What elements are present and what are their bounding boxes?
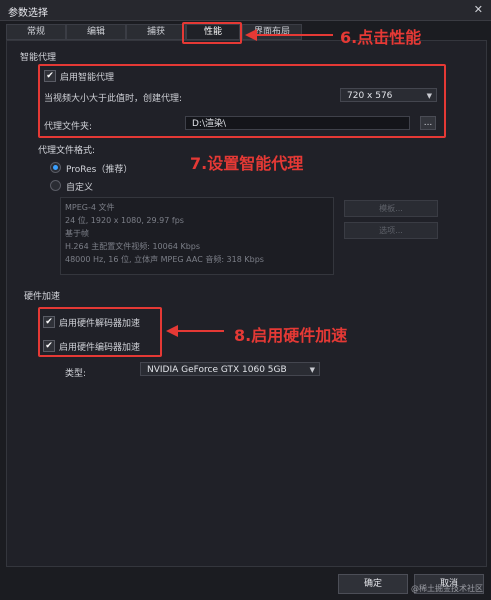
custom-radio[interactable] [50, 180, 61, 191]
options-button[interactable]: 选项... [344, 222, 438, 239]
smart-proxy-heading: 智能代理 [20, 53, 57, 63]
template-button[interactable]: 模板... [344, 200, 438, 217]
tab-capture[interactable]: 捕获 [126, 24, 186, 40]
annotation-note-3: 8.启用硬件加速 [234, 326, 348, 345]
arrow-icon [245, 29, 333, 41]
info-line: H.264 主配置文件视频: 10064 Kbps [65, 242, 201, 251]
proxy-format-heading: 代理文件格式: [38, 146, 96, 156]
gpu-type-value: NVIDIA GeForce GTX 1060 5GB [147, 365, 287, 375]
watermark: @稀土掘金技术社区 [411, 584, 483, 593]
gpu-type-select[interactable]: NVIDIA GeForce GTX 1060 5GB ▼ [140, 362, 320, 376]
info-line: 24 位, 1920 x 1080, 29.97 fps [65, 216, 184, 225]
prores-label: ProRes（推荐） [66, 165, 133, 175]
tab-edit[interactable]: 编辑 [66, 24, 126, 40]
window-title: 参数选择 [8, 8, 48, 19]
tab-general[interactable]: 常规 [6, 24, 66, 40]
title-bar: 参数选择 ✕ [0, 0, 491, 21]
hardware-heading: 硬件加速 [24, 292, 61, 302]
close-icon[interactable]: ✕ [474, 3, 483, 16]
chevron-down-icon: ▼ [309, 366, 315, 374]
annotation-note-1: 6.点击性能 [340, 28, 422, 47]
gpu-type-label: 类型: [65, 369, 87, 379]
annotation-note-2: 7.设置智能代理 [190, 154, 304, 173]
prores-radio[interactable] [50, 162, 61, 173]
info-line: MPEG-4 文件 [65, 203, 115, 212]
arrow-icon [166, 325, 224, 337]
annotation-box-proxy [38, 64, 446, 138]
info-line: 48000 Hz, 16 位, 立体声 MPEG AAC 音频: 318 Kbp… [65, 255, 264, 264]
custom-label: 自定义 [66, 183, 94, 193]
annotation-box-tab [182, 22, 242, 44]
proxy-format-info: MPEG-4 文件 24 位, 1920 x 1080, 29.97 fps 基… [60, 197, 334, 275]
annotation-box-hardware [38, 307, 162, 357]
ok-button[interactable]: 确定 [338, 574, 408, 594]
info-line: 基于帧 [65, 229, 89, 238]
